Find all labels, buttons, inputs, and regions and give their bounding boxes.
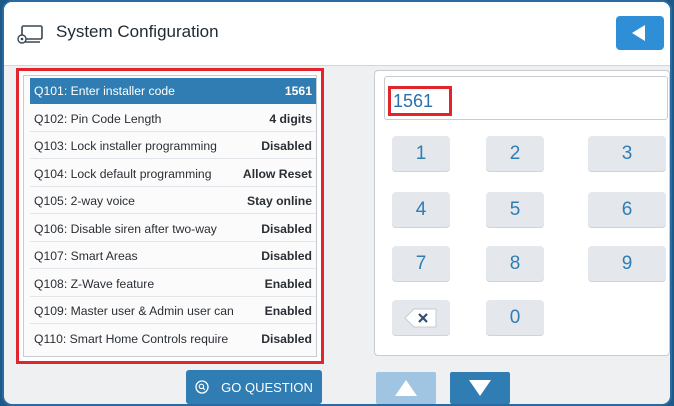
- go-question-label: GO QUESTION: [221, 379, 313, 395]
- question-value: Disabled: [261, 332, 312, 346]
- question-value: Enabled: [264, 276, 312, 291]
- question-label: Q101: Enter installer code: [34, 83, 175, 98]
- entry-value-field[interactable]: 1561: [388, 86, 452, 116]
- question-label: Q104: Lock default programming: [34, 166, 212, 181]
- question-label: Q110: Smart Home Controls require: [34, 332, 229, 346]
- key-7[interactable]: 7: [392, 246, 450, 282]
- key-6[interactable]: 6: [588, 192, 666, 228]
- question-value: 4 digits: [269, 111, 312, 126]
- key-9[interactable]: 9: [588, 246, 666, 282]
- question-value: Disabled: [261, 138, 312, 153]
- question-value: Disabled: [261, 221, 312, 236]
- question-value: Stay online: [246, 193, 312, 208]
- question-value: Allow Reset: [242, 166, 312, 181]
- back-button[interactable]: [616, 16, 664, 50]
- key-5[interactable]: 5: [486, 192, 544, 228]
- question-row-q108[interactable]: Q108: Z-Wave feature Enabled: [30, 271, 316, 297]
- search-icon: [195, 380, 209, 394]
- question-label: Q106: Disable siren after two-way: [34, 221, 217, 236]
- title-bar: System Configuration: [4, 2, 670, 66]
- question-row-q107[interactable]: Q107: Smart Areas Disabled: [30, 243, 316, 269]
- scroll-down-button[interactable]: [450, 372, 510, 404]
- key-8[interactable]: 8: [486, 246, 544, 282]
- question-label: Q103: Lock installer programming: [34, 138, 217, 153]
- question-label: Q108: Z-Wave feature: [34, 276, 155, 291]
- question-label: Q102: Pin Code Length: [34, 111, 162, 126]
- question-label: Q107: Smart Areas: [34, 248, 138, 263]
- question-row-q101[interactable]: Q101: Enter installer code 1561: [30, 78, 316, 104]
- key-4[interactable]: 4: [392, 192, 450, 228]
- question-row-q109[interactable]: Q109: Master user & Admin user can Enabl…: [30, 298, 316, 324]
- question-row-q103[interactable]: Q103: Lock installer programming Disable…: [30, 133, 316, 159]
- question-row-q104[interactable]: Q104: Lock default programming Allow Res…: [30, 161, 316, 187]
- backspace-key[interactable]: [392, 300, 450, 336]
- question-row-q105[interactable]: Q105: 2-way voice Stay online: [30, 188, 316, 214]
- question-row-q102[interactable]: Q102: Pin Code Length 4 digits: [30, 106, 316, 132]
- question-label: Q105: 2-way voice: [34, 193, 135, 208]
- question-label: Q109: Master user & Admin user can: [34, 303, 234, 318]
- key-3[interactable]: 3: [588, 136, 666, 172]
- backspace-icon: [404, 308, 437, 328]
- back-arrow-icon: [632, 25, 645, 41]
- question-value: Enabled: [264, 303, 312, 318]
- question-value: 1561: [284, 83, 312, 98]
- key-0[interactable]: 0: [486, 300, 544, 336]
- arrow-down-icon: [469, 380, 491, 396]
- scroll-up-button[interactable]: [376, 372, 436, 404]
- question-row-q106[interactable]: Q106: Disable siren after two-way Disabl…: [30, 216, 316, 242]
- key-2[interactable]: 2: [486, 136, 544, 172]
- page-title: System Configuration: [56, 22, 219, 41]
- arrow-up-icon: [395, 380, 417, 396]
- go-question-button[interactable]: GO QUESTION: [186, 370, 322, 404]
- key-1[interactable]: 1: [392, 136, 450, 172]
- question-row-q110[interactable]: Q110: Smart Home Controls require Disabl…: [30, 326, 316, 352]
- settings-panel-icon: [17, 25, 43, 44]
- question-value: Disabled: [261, 248, 312, 263]
